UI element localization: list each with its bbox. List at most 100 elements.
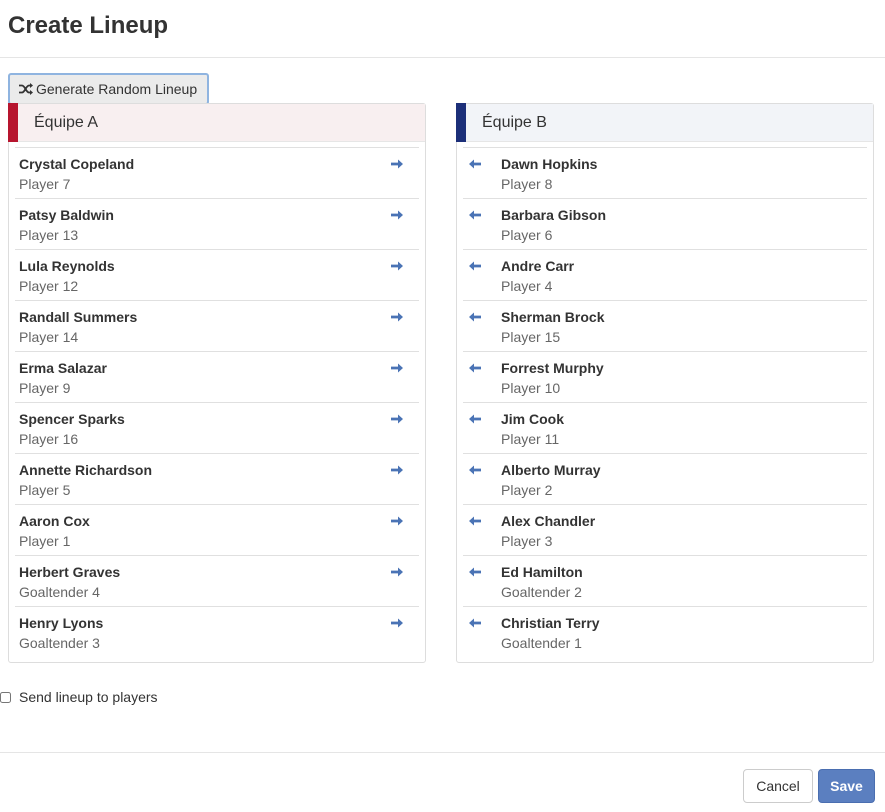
send-lineup-checkbox[interactable]	[0, 691, 11, 703]
player-position: Player 9	[19, 380, 71, 396]
player-row[interactable]: Christian Terry Goaltender 1	[463, 606, 867, 657]
player-name: Aaron Cox	[19, 513, 90, 529]
player-name: Alberto Murray	[501, 462, 601, 478]
player-row[interactable]: Herbert Graves Goaltender 4	[15, 555, 419, 606]
player-name: Herbert Graves	[19, 564, 121, 580]
player-position: Goaltender 2	[501, 584, 582, 600]
player-position: Goaltender 4	[19, 584, 100, 600]
arrow-left-icon[interactable]	[467, 566, 483, 578]
player-row[interactable]: Alex Chandler Player 3	[463, 504, 867, 555]
player-row[interactable]: Aaron Cox Player 1	[15, 504, 419, 555]
player-position: Player 8	[501, 176, 553, 192]
player-row[interactable]: Barbara Gibson Player 6	[463, 198, 867, 249]
player-position: Player 12	[19, 278, 79, 294]
save-button[interactable]: Save	[818, 769, 875, 803]
modal-title: Create Lineup	[8, 12, 169, 39]
player-name: Ed Hamilton	[501, 564, 583, 580]
modal-footer: Cancel Save	[0, 752, 885, 812]
player-row[interactable]: Randall Summers Player 14	[15, 300, 419, 351]
cancel-button[interactable]: Cancel	[743, 769, 813, 803]
player-name: Dawn Hopkins	[501, 156, 598, 172]
player-row[interactable]: Jim Cook Player 11	[463, 402, 867, 453]
player-name: Lula Reynolds	[19, 258, 115, 274]
player-name: Patsy Baldwin	[19, 207, 114, 223]
player-row[interactable]: Annette Richardson Player 5	[15, 453, 419, 504]
arrow-right-icon[interactable]	[389, 209, 405, 221]
arrow-right-icon[interactable]	[389, 260, 405, 272]
player-position: Player 15	[501, 329, 561, 345]
shuffle-icon	[18, 82, 34, 96]
player-row[interactable]: Andre Carr Player 4	[463, 249, 867, 300]
player-name: Annette Richardson	[19, 462, 153, 478]
player-row[interactable]: Sherman Brock Player 15	[463, 300, 867, 351]
player-row[interactable]: Alberto Murray Player 2	[463, 453, 867, 504]
modal-body: Generate Random Lineup Équipe A Crystal …	[0, 58, 885, 752]
player-position: Player 1	[19, 533, 71, 549]
arrow-left-icon[interactable]	[467, 209, 483, 221]
team-b-color-bar	[456, 103, 466, 142]
player-row[interactable]: Spencer Sparks Player 16	[15, 402, 419, 453]
team-b-player-list: Dawn Hopkins Player 8 Barbara Gibson Player…	[457, 147, 873, 657]
player-position: Player 6	[501, 227, 553, 243]
arrow-left-icon[interactable]	[467, 464, 483, 476]
player-row[interactable]: Lula Reynolds Player 12	[15, 249, 419, 300]
player-name: Spencer Sparks	[19, 411, 125, 427]
player-name: Sherman Brock	[501, 309, 605, 325]
team-b-name: Équipe B	[482, 113, 547, 131]
team-a-color-bar	[8, 103, 18, 142]
team-a-header: Équipe A	[8, 103, 425, 142]
player-position: Goaltender 3	[19, 635, 100, 651]
arrow-right-icon[interactable]	[389, 311, 405, 323]
arrow-left-icon[interactable]	[467, 515, 483, 527]
player-position: Player 7	[19, 176, 71, 192]
player-position: Player 4	[501, 278, 553, 294]
player-row[interactable]: Dawn Hopkins Player 8	[463, 147, 867, 198]
player-name: Jim Cook	[501, 411, 565, 427]
generate-random-lineup-button[interactable]: Generate Random Lineup	[8, 73, 210, 105]
player-position: Player 16	[19, 431, 79, 447]
arrow-right-icon[interactable]	[389, 566, 405, 578]
player-position: Player 11	[501, 431, 560, 447]
send-lineup-label: Send lineup to players	[19, 689, 158, 705]
player-position: Player 2	[501, 482, 553, 498]
arrow-left-icon[interactable]	[467, 260, 483, 272]
send-lineup-row[interactable]: Send lineup to players	[0, 689, 158, 705]
player-name: Crystal Copeland	[19, 156, 135, 172]
player-position: Player 3	[501, 533, 553, 549]
player-row[interactable]: Forrest Murphy Player 10	[463, 351, 867, 402]
player-name: Randall Summers	[19, 309, 138, 325]
player-name: Alex Chandler	[501, 513, 596, 529]
player-row[interactable]: Crystal Copeland Player 7	[15, 147, 419, 198]
arrow-right-icon[interactable]	[389, 413, 405, 425]
player-name: Andre Carr	[501, 258, 575, 274]
team-b-panel: Équipe B Dawn Hopkins Player 8 Barbara Gib…	[456, 103, 874, 663]
arrow-right-icon[interactable]	[389, 515, 405, 527]
player-name: Forrest Murphy	[501, 360, 604, 376]
player-row[interactable]: Henry Lyons Goaltender 3	[15, 606, 419, 657]
player-position: Goaltender 1	[501, 635, 582, 651]
arrow-left-icon[interactable]	[467, 413, 483, 425]
arrow-right-icon[interactable]	[389, 464, 405, 476]
team-a-panel: Équipe A Crystal Copeland Player 7 Patsy B…	[8, 103, 426, 663]
arrow-left-icon[interactable]	[467, 158, 483, 170]
arrow-right-icon[interactable]	[389, 362, 405, 374]
player-row[interactable]: Ed Hamilton Goaltender 2	[463, 555, 867, 606]
arrow-right-icon[interactable]	[389, 617, 405, 629]
modal-header: Create Lineup	[0, 0, 885, 58]
player-name: Henry Lyons	[19, 615, 104, 631]
arrow-left-icon[interactable]	[467, 311, 483, 323]
player-row[interactable]: Erma Salazar Player 9	[15, 351, 419, 402]
arrow-left-icon[interactable]	[467, 362, 483, 374]
player-position: Player 5	[19, 482, 71, 498]
player-name: Erma Salazar	[19, 360, 107, 376]
player-position: Player 13	[19, 227, 79, 243]
arrow-right-icon[interactable]	[389, 158, 405, 170]
generate-random-lineup-label: Generate Random Lineup	[36, 81, 198, 97]
arrow-left-icon[interactable]	[467, 617, 483, 629]
team-a-name: Équipe A	[34, 113, 99, 131]
team-b-header: Équipe B	[456, 103, 873, 142]
player-row[interactable]: Patsy Baldwin Player 13	[15, 198, 419, 249]
player-position: Player 14	[19, 329, 79, 345]
player-name: Barbara Gibson	[501, 207, 607, 223]
team-a-player-list: Crystal Copeland Player 7 Patsy Baldwin Pla…	[9, 147, 425, 657]
